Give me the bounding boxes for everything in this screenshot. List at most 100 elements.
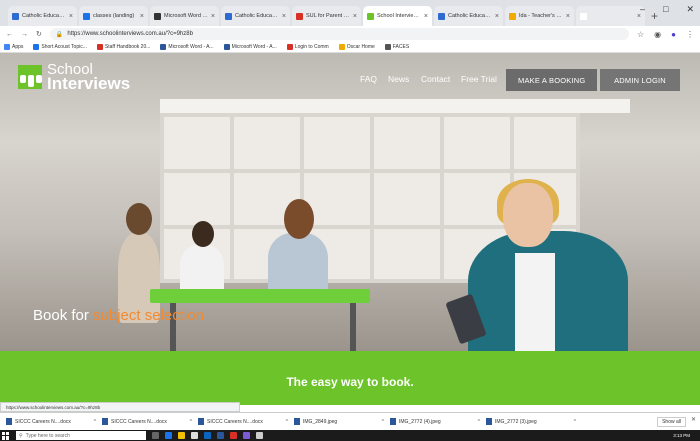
chevron-up-icon[interactable]: ^ [190, 419, 192, 425]
tab-close-icon[interactable]: × [495, 13, 499, 20]
minimize-icon[interactable]: – [640, 4, 645, 15]
hero-caption-highlight: subject selection [93, 307, 204, 324]
tab-title: School Interviews - S [377, 13, 421, 19]
browser-tab[interactable]: Catholic Education × [434, 6, 503, 26]
mail-icon[interactable] [204, 432, 211, 439]
chevron-up-icon[interactable]: ^ [286, 419, 288, 425]
tab-close-icon[interactable]: × [566, 13, 570, 20]
tab-list: Catholic Education × classes (landing) × Mic… [8, 6, 647, 26]
bookmark-item[interactable]: Apps [4, 44, 23, 50]
bookmark-label: Login to Comm [294, 44, 329, 50]
browser-tab[interactable]: Microsoft Word - A × [150, 6, 219, 26]
menu-icon[interactable]: ⋮ [686, 30, 694, 39]
taskbar-clock[interactable]: 3:13 PM [673, 433, 700, 438]
tab-favicon-icon [509, 12, 516, 20]
file-explorer-icon[interactable] [178, 432, 185, 439]
bookmark-favicon-icon [338, 44, 345, 50]
bookmark-favicon-icon [223, 44, 230, 50]
make-booking-button[interactable]: MAKE A BOOKING [506, 69, 598, 91]
file-icon [102, 418, 108, 425]
profile-icon[interactable]: ● [671, 30, 676, 39]
bookmark-item[interactable]: Login to Comm [286, 44, 329, 50]
browser-tab[interactable]: Ida - Teacher's Timeta× [505, 6, 574, 26]
nav-news[interactable]: News [388, 74, 409, 84]
start-icon[interactable] [2, 431, 10, 440]
tab-title: classes (landing) [93, 13, 135, 19]
star-icon[interactable]: ☆ [637, 30, 644, 39]
back-icon[interactable]: ← [6, 31, 13, 38]
download-item[interactable]: IMG_2849.jpeg ^ [294, 418, 384, 425]
bookmark-item[interactable]: Short Acoust Topic... [33, 44, 87, 50]
tab-favicon-icon [438, 12, 445, 20]
bookmark-favicon-icon [286, 44, 293, 50]
download-item[interactable]: SICCC Careers N....docx ^ [198, 418, 288, 425]
app-icon[interactable] [256, 432, 263, 439]
download-item[interactable]: IMG_2772 (3).jpeg ^ [486, 418, 576, 425]
chevron-up-icon[interactable]: ^ [574, 419, 576, 425]
edge-icon[interactable] [165, 432, 172, 439]
window-controls: – □ ✕ [640, 4, 694, 15]
browser-tab[interactable]: School Interviews - S× [363, 6, 432, 26]
bookmark-favicon-icon [96, 44, 103, 50]
hero-table [150, 289, 370, 303]
show-all-button[interactable]: Show all [657, 417, 686, 427]
nav-free-trial[interactable]: Free Trial [461, 74, 497, 84]
taskbar-search-input[interactable]: ⚲ Type here to search [16, 431, 146, 440]
shelf-divider [440, 113, 444, 283]
tab-close-icon[interactable]: × [69, 13, 73, 20]
hero-teacher-shirt [515, 253, 555, 351]
bookmark-item[interactable]: Microsoft Word - A... [160, 44, 214, 50]
browser-tab[interactable]: Catholic Education × [8, 6, 77, 26]
tab-close-icon[interactable]: × [424, 13, 428, 20]
tab-close-icon[interactable]: × [353, 13, 357, 20]
lock-icon: 🔒 [55, 31, 64, 38]
url-input[interactable]: 🔒 https://www.schoolinterviews.com.au/?c… [49, 28, 629, 40]
extension-icon[interactable]: ◉ [654, 30, 661, 39]
shelf-divider [370, 113, 374, 283]
word-icon[interactable] [217, 432, 224, 439]
browser-tab[interactable]: × [576, 6, 645, 26]
hero-boy [180, 245, 224, 295]
maximize-icon[interactable]: □ [663, 4, 668, 15]
tab-close-icon[interactable]: × [282, 13, 286, 20]
nav-faq[interactable]: FAQ [360, 74, 377, 84]
tab-title: Catholic Education [235, 13, 279, 19]
download-item[interactable]: IMG_2772 (4).jpeg ^ [390, 418, 480, 425]
store-icon[interactable] [191, 432, 198, 439]
reload-icon[interactable]: ↻ [36, 30, 42, 38]
download-item[interactable]: SICCC Careers N....docx ^ [102, 418, 192, 425]
shelf-board [160, 169, 580, 173]
browser-tab[interactable]: SUL for Parent Teache× [292, 6, 361, 26]
bookmark-label: Apps [12, 44, 24, 50]
chevron-up-icon[interactable]: ^ [478, 419, 480, 425]
tab-close-icon[interactable]: × [211, 13, 215, 20]
task-view-icon[interactable] [152, 432, 159, 439]
browser-tab[interactable]: classes (landing) × [79, 6, 148, 26]
admin-login-button[interactable]: ADMIN LOGIN [600, 69, 680, 91]
close-icon[interactable]: ✕ [686, 4, 694, 15]
tagline-band: The easy way to book. [0, 351, 700, 405]
site-logo[interactable]: School Interviews [18, 62, 130, 92]
website-viewport: School Interviews FAQ News Contact Free … [0, 53, 700, 351]
bookmark-item[interactable]: Staff Handbook 20... [96, 44, 150, 50]
forward-icon[interactable]: → [21, 31, 28, 38]
onenote-icon[interactable] [243, 432, 250, 439]
bookmark-item[interactable]: Microsoft Word - A... [223, 44, 277, 50]
tab-close-icon[interactable]: × [140, 13, 144, 20]
bookmark-favicon-icon [33, 44, 40, 50]
tab-title: Catholic Education [22, 13, 66, 19]
bookmark-item[interactable]: FACES [384, 44, 409, 50]
chevron-up-icon[interactable]: ^ [382, 419, 384, 425]
download-item[interactable]: SICCC Careers N....docx ^ [6, 418, 96, 425]
chevron-up-icon[interactable]: ^ [94, 419, 96, 425]
tab-favicon-icon [225, 12, 232, 20]
bookmark-favicon-icon [160, 44, 167, 50]
tab-title: Catholic Education [448, 13, 492, 19]
file-icon [390, 418, 396, 425]
bookmark-item[interactable]: Oscar Home [338, 44, 375, 50]
nav-contact[interactable]: Contact [421, 74, 450, 84]
chrome-icon[interactable] [230, 432, 237, 439]
tab-title: Ida - Teacher's Timeta [519, 13, 563, 19]
downloads-close-icon[interactable]: ✕ [691, 416, 696, 423]
browser-tab[interactable]: Catholic Education × [221, 6, 290, 26]
